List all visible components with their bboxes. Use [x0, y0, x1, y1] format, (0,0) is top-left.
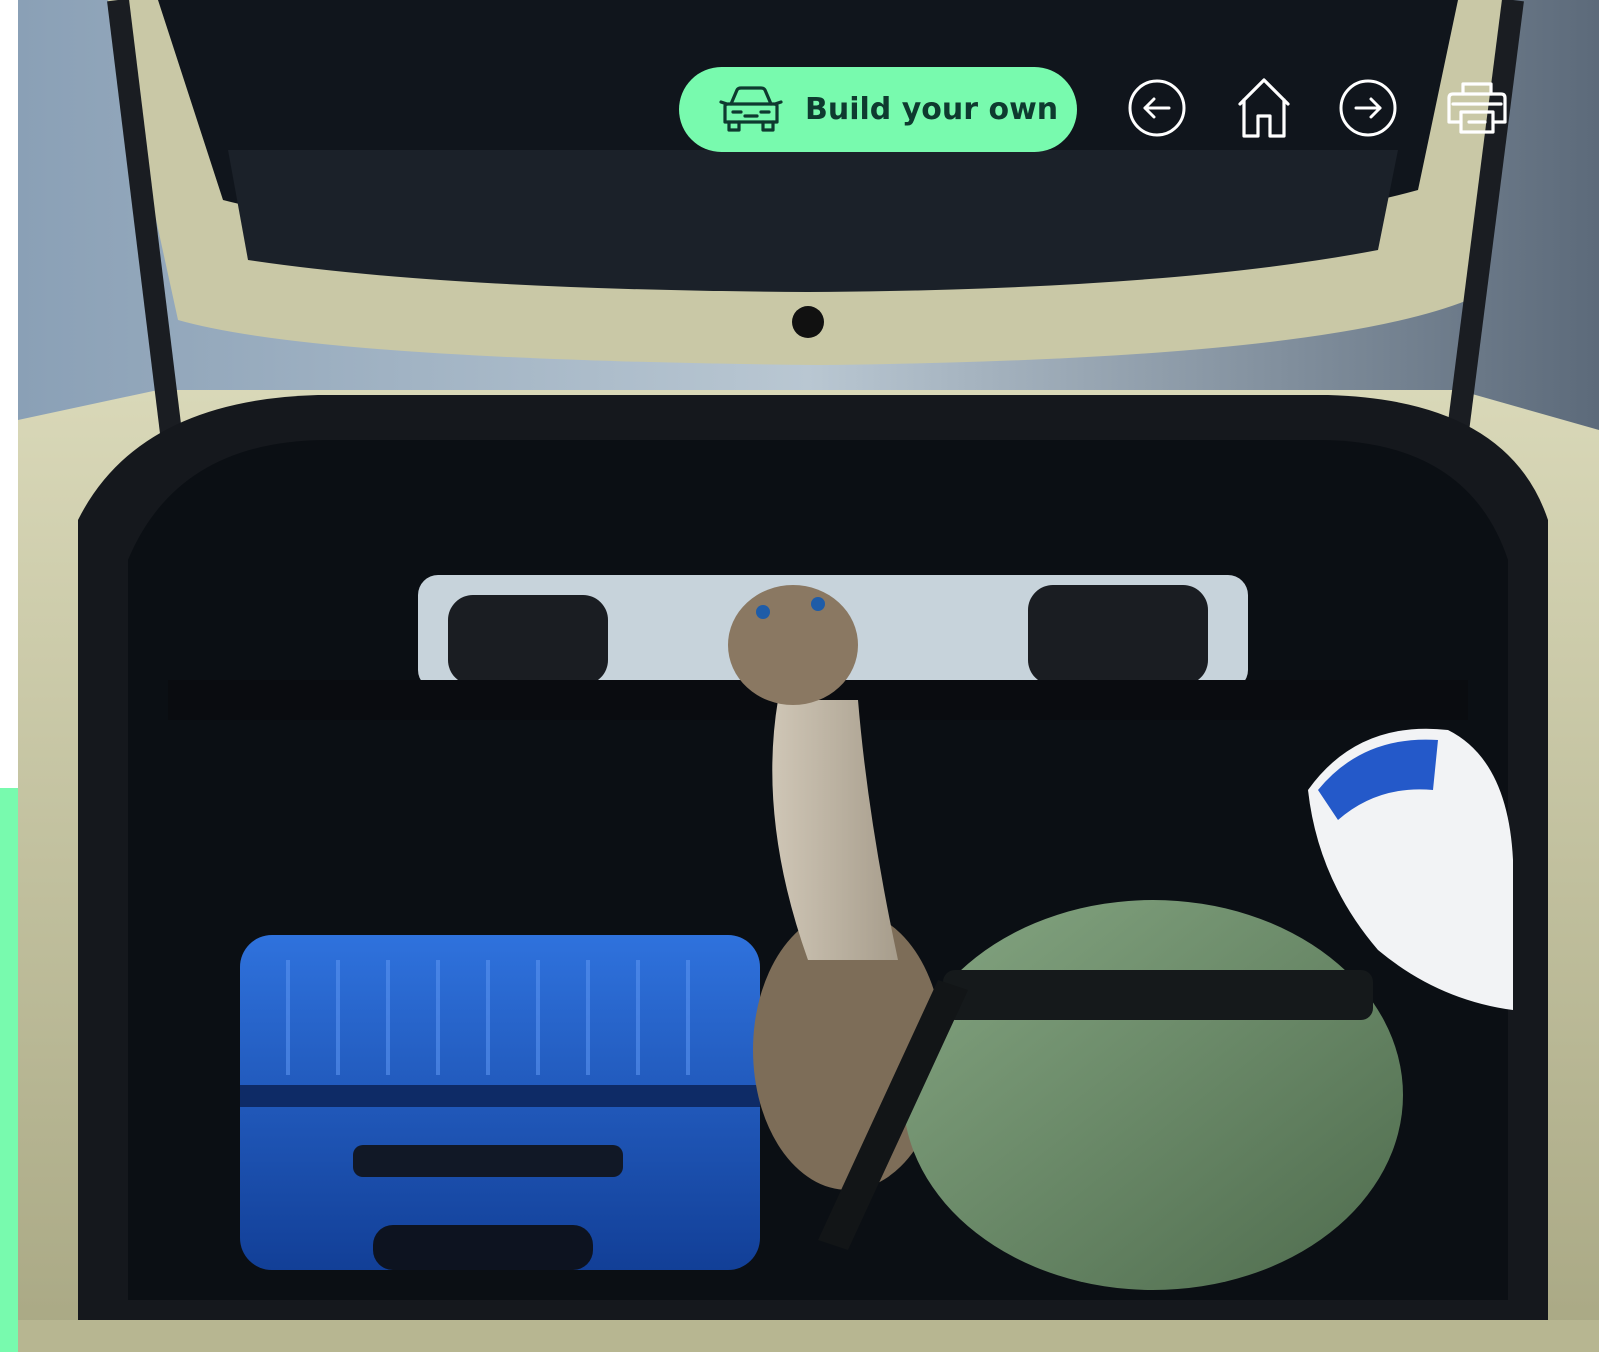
forward-arrow-icon[interactable]	[1336, 76, 1400, 140]
printer-icon[interactable]	[1445, 76, 1509, 140]
rear-bumper	[18, 1320, 1599, 1352]
back-arrow-icon[interactable]	[1125, 76, 1189, 140]
headrest-left	[448, 595, 608, 685]
suitcase-wheel-cover	[373, 1225, 593, 1270]
green-duffel-bag	[903, 900, 1403, 1290]
dino-eye-right	[811, 597, 825, 611]
build-your-own-label: Build your own	[805, 92, 1059, 127]
dino-eye-left	[756, 605, 770, 619]
car-icon	[719, 84, 783, 136]
duffel-strap	[943, 970, 1373, 1020]
headrest-right	[1028, 585, 1208, 685]
tailgate-camera	[792, 306, 824, 338]
suitcase-seam	[240, 1085, 760, 1107]
home-icon[interactable]	[1232, 76, 1296, 140]
dino-head	[728, 585, 858, 705]
toolbar: Build your own	[0, 0, 1599, 220]
suitcase-handle	[353, 1145, 623, 1177]
left-accent-bar	[0, 788, 18, 1352]
page: Build your own	[0, 0, 1599, 1352]
build-your-own-button[interactable]: Build your own	[679, 67, 1077, 152]
